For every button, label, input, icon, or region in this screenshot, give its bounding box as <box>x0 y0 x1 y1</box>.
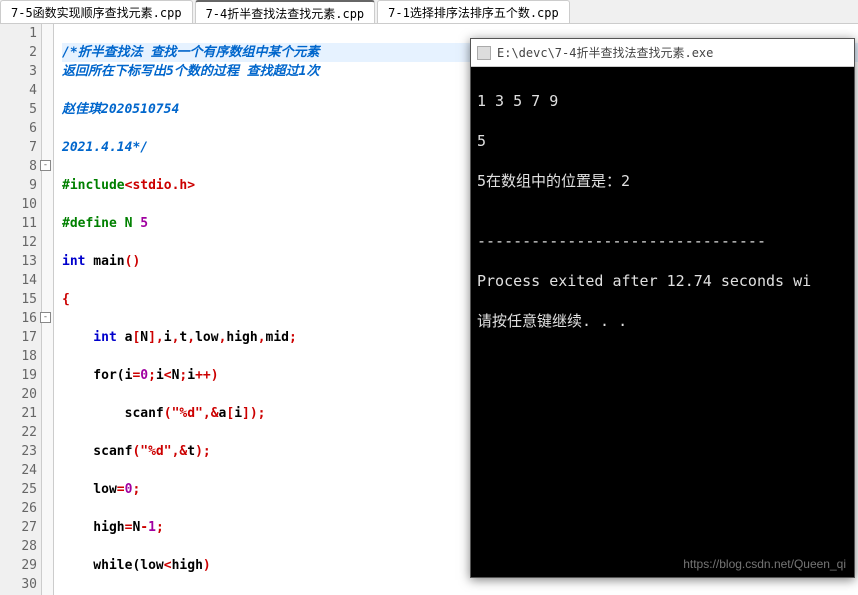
line-num: 22 <box>0 423 37 442</box>
line-num: 18 <box>0 347 37 366</box>
console-window[interactable]: E:\devc\7-4折半查找法查找元素.exe 1 3 5 7 9 5 5在数… <box>470 38 855 578</box>
line-num: 10 <box>0 195 37 214</box>
line-num: 19 <box>0 366 37 385</box>
tabs-bar: 7-5函数实现顺序查找元素.cpp 7-4折半查找法查找元素.cpp 7-1选择… <box>0 0 858 24</box>
line-num: 23 <box>0 442 37 461</box>
line-num: 15 <box>0 290 37 309</box>
line-num: 11 <box>0 214 37 233</box>
console-title: E:\devc\7-4折半查找法查找元素.exe <box>497 44 713 61</box>
line-num: 30 <box>0 575 37 594</box>
code-text: 赵佳琪2020510754 <box>62 102 179 117</box>
console-titlebar[interactable]: E:\devc\7-4折半查找法查找元素.exe <box>471 39 854 67</box>
console-line: Process exited after 12.74 seconds wi <box>477 271 848 291</box>
line-num: 7 <box>0 138 37 157</box>
line-num: 21 <box>0 404 37 423</box>
line-num: 29 <box>0 556 37 575</box>
console-line: 请按任意键继续. . . <box>477 311 848 331</box>
console-body: 1 3 5 7 9 5 5在数组中的位置是：2 ----------------… <box>471 67 854 375</box>
fold-margin <box>42 24 54 595</box>
console-line: 5 <box>477 131 848 151</box>
line-num: 1 <box>0 24 37 43</box>
line-num: 26 <box>0 499 37 518</box>
line-number-gutter: 1 2 3 4 5 6 7 8- 9 10 11 12 13 14 15 16-… <box>0 24 42 595</box>
code-text: /*折半查找法 查找一个有序数组中某个元素 <box>62 45 319 60</box>
line-num: 14 <box>0 271 37 290</box>
console-line: 1 3 5 7 9 <box>477 91 848 111</box>
line-num: 20 <box>0 385 37 404</box>
code-text: 2021.4.14*/ <box>62 140 148 155</box>
line-num: 17 <box>0 328 37 347</box>
tab-1[interactable]: 7-4折半查找法查找元素.cpp <box>195 0 376 23</box>
line-num: 9 <box>0 176 37 195</box>
tab-2[interactable]: 7-1选择排序法排序五个数.cpp <box>377 0 570 23</box>
app-icon <box>477 46 491 60</box>
line-num: 3 <box>0 62 37 81</box>
line-num: 25 <box>0 480 37 499</box>
line-num: 27 <box>0 518 37 537</box>
tab-0[interactable]: 7-5函数实现顺序查找元素.cpp <box>0 0 193 23</box>
line-num: 28 <box>0 537 37 556</box>
line-num: 24 <box>0 461 37 480</box>
line-num: 16- <box>0 309 37 328</box>
fold-icon[interactable]: - <box>40 312 51 323</box>
line-num: 13 <box>0 252 37 271</box>
line-num: 4 <box>0 81 37 100</box>
line-num: 5 <box>0 100 37 119</box>
line-num: 12 <box>0 233 37 252</box>
console-line: 5在数组中的位置是：2 <box>477 171 848 191</box>
line-num: 8- <box>0 157 37 176</box>
line-num: 6 <box>0 119 37 138</box>
watermark: https://blog.csdn.net/Queen_qi <box>683 557 846 571</box>
line-num: 2 <box>0 43 37 62</box>
fold-icon[interactable]: - <box>40 160 51 171</box>
code-text: 返回所在下标写出5个数的过程 查找超过1次 <box>62 64 319 79</box>
console-line: -------------------------------- <box>477 231 848 251</box>
